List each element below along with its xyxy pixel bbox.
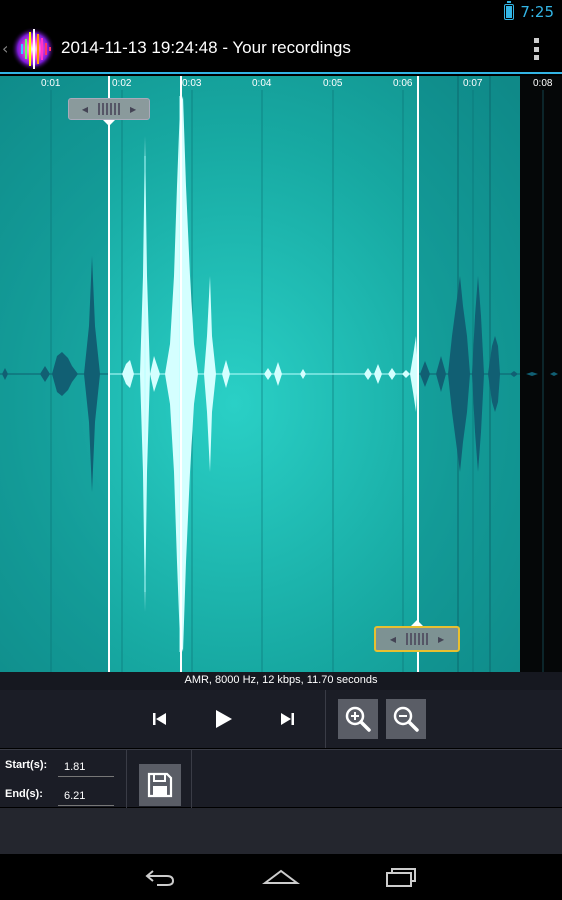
start-marker-handle[interactable]: ◀ ▶ [68,98,150,120]
zoom-out-button[interactable] [386,699,426,739]
end-label: End(s): [5,788,43,800]
tick-label: 0:08 [533,78,553,89]
trim-panel: Start(s): 1.81 End(s): 6.21 [0,749,562,808]
divider [325,690,326,748]
save-icon [147,772,173,798]
arrow-left-icon: ◀ [81,104,88,114]
end-marker-handle[interactable]: ◀ ▶ [374,626,460,652]
grip-icon [406,633,428,645]
page-title: 2014-11-13 19:24:48 - Your recordings [61,38,351,57]
end-field[interactable]: 6.21 [58,788,114,806]
skip-previous-icon[interactable] [145,704,175,734]
arrow-left-icon: ◀ [389,634,396,644]
divider [191,750,192,808]
waveform-svg [0,76,562,672]
play-icon[interactable] [208,704,238,734]
tick-label: 0:06 [393,78,413,89]
tick-label: 0:07 [463,78,483,89]
playback-controls [0,690,562,748]
app-icon[interactable] [10,26,56,72]
tick-label: 0:01 [41,78,61,89]
status-indicators: 7:25 [504,1,554,21]
battery-charging-icon [504,1,515,20]
waveform-view[interactable]: 0:01 0:02 0:03 0:04 0:05 0:06 0:07 0:08 … [0,76,562,672]
grip-icon [98,103,120,115]
file-info: AMR, 8000 Hz, 12 kbps, 11.70 seconds [0,672,562,690]
recents-icon[interactable] [381,864,421,890]
arrow-right-icon: ▶ [130,104,137,114]
tick-label: 0:04 [252,78,272,89]
start-marker-pointer [103,120,115,126]
action-bar: ‹ 2014-11-13 19:24:48 - Your recordings [0,24,562,74]
chevron-left-icon[interactable]: ‹ [2,39,8,58]
tick-label: 0:03 [182,78,202,89]
start-field[interactable]: 1.81 [58,759,114,777]
zoom-in-button[interactable] [338,699,378,739]
back-icon[interactable] [140,864,180,890]
zoom-in-icon [345,706,371,732]
tick-label: 0:05 [323,78,343,89]
divider [126,750,127,808]
empty-panel [0,808,562,854]
overflow-menu-icon[interactable] [532,38,540,60]
status-clock: 7:25 [520,3,554,21]
system-nav-bar [0,854,562,900]
skip-next-icon[interactable] [272,704,302,734]
status-bar: 7:25 [0,0,562,24]
tick-label: 0:02 [112,78,132,89]
save-button[interactable] [139,764,181,806]
zoom-out-icon [393,706,419,732]
start-label: Start(s): [5,759,48,771]
home-icon[interactable] [261,864,301,890]
arrow-right-icon: ▶ [438,634,445,644]
